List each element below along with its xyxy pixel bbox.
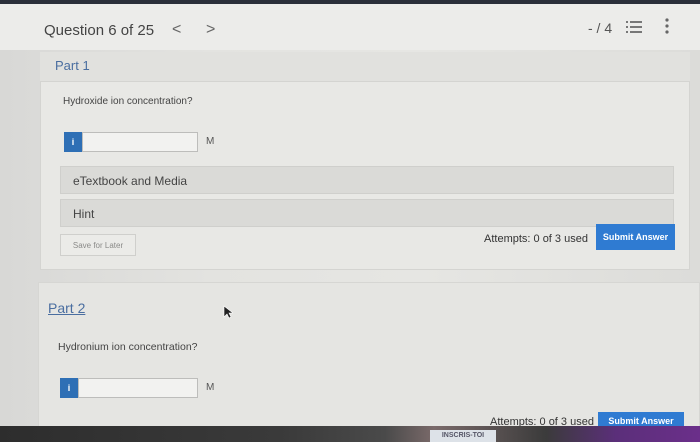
- mouse-cursor-icon: [223, 305, 233, 319]
- part1-card: [40, 52, 690, 270]
- part2-label[interactable]: Part 2: [48, 300, 85, 316]
- part1-answer-input[interactable]: [82, 132, 198, 152]
- next-question-button[interactable]: >: [206, 21, 215, 39]
- hint-button[interactable]: Hint: [60, 199, 674, 227]
- part2-unit: M: [206, 382, 215, 393]
- part2-answer-input[interactable]: [78, 378, 198, 398]
- question-list-icon[interactable]: [626, 20, 642, 34]
- part1-label: Part 1: [55, 58, 90, 73]
- hint-label: Hint: [73, 207, 95, 221]
- ad-banner[interactable]: INSCRIS-TOI: [430, 430, 496, 442]
- question-counter: Question 6 of 25: [44, 22, 155, 39]
- part1-submit-answer-button[interactable]: Submit Answer: [596, 224, 675, 250]
- top-bar: Question 6 of 25 < > - / 4: [0, 0, 700, 50]
- previous-question-button[interactable]: <: [172, 21, 181, 39]
- part1-question: Hydroxide ion concentration?: [63, 96, 193, 107]
- part2-question: Hydronium ion concentration?: [58, 341, 198, 353]
- part2-info-button[interactable]: i: [60, 378, 78, 398]
- part1-info-button[interactable]: i: [64, 132, 82, 152]
- bottom-ad-strip: [0, 426, 700, 442]
- part1-header: [40, 52, 690, 82]
- part1-attempts: Attempts: 0 of 3 used: [484, 233, 588, 245]
- etextbook-media-label: eTextbook and Media: [73, 174, 188, 188]
- more-options-icon[interactable]: [664, 18, 670, 34]
- part1-unit: M: [206, 136, 215, 147]
- etextbook-media-button[interactable]: eTextbook and Media: [60, 166, 674, 194]
- score-display: - / 4: [588, 20, 613, 36]
- save-for-later-button[interactable]: Save for Later: [60, 234, 136, 256]
